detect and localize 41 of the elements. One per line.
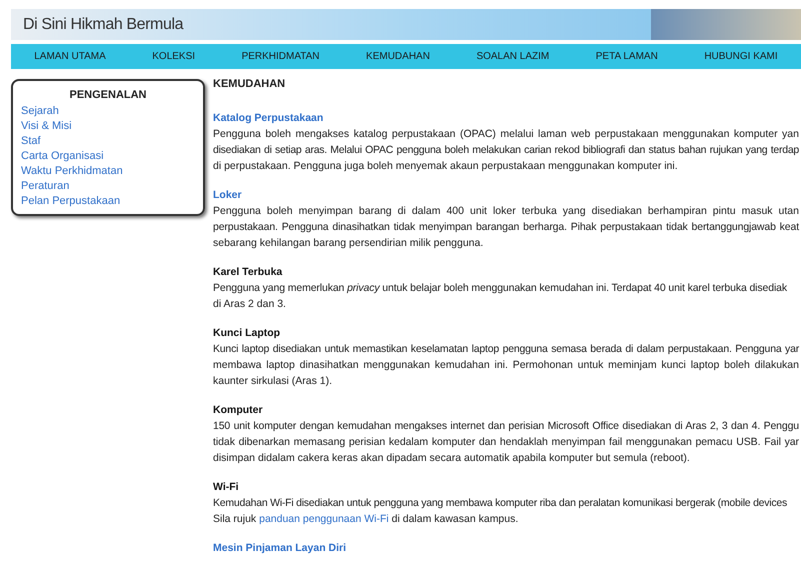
paragraph-line: tidak dibenarkan memasang perisian kedalam komputer dan hendaklah menyimpan fail menggunakan pemacu USB. Fail yar [213,435,799,450]
section-heading: Komputer [213,403,263,418]
sidebar-link[interactable]: Pelan Perpustakaan [21,194,120,208]
nav-link[interactable]: KEMUDAHAN [366,49,430,64]
nav-link[interactable]: SOALAN LAZIM [476,49,550,64]
section-heading: Kunci Laptop [213,326,280,341]
paragraph-line: di perpustakaan. Pengguna juga boleh menyemak akaun perpustakaan menggunakan komputer ini. [213,159,678,174]
section-heading[interactable]: Loker [213,187,242,203]
paragraph-line: kaunter sirkulasi (Aras 1). [213,374,332,389]
nav-link[interactable]: LAMAN UTAMA [34,49,106,64]
paragraph-line: Pengguna boleh mengakses katalog perpustakaan (OPAC) melalui laman web perpustakaan menggunakan komputer yan [213,127,799,142]
paragraph-line: perpustakaan. Pengguna dinasihatkan tidak menyimpan barangan berharga. Pihak perpustakaan tidak bertanggungjawab keat [213,220,799,235]
sidebar-link[interactable]: Visi & Misi [21,118,72,134]
nav-link[interactable]: HUBUNGI KAMI [704,49,778,64]
sidebar-link[interactable]: Staf [21,134,41,148]
nav-link[interactable]: PERKHIDMATAN [242,49,320,64]
paragraph-line: Sila rujuk panduan penggunaan Wi-Fi di dalam kawasan kampus. [213,512,518,527]
paragraph-line: Pengguna yang memerlukan privacy untuk belajar boleh menggunakan kemudahan ini. Terdapat 40 unit karel terbuka disediak [213,281,788,296]
section-heading: Wi-Fi [213,480,239,495]
section-heading[interactable]: Katalog Perpustakaan [213,110,324,126]
sidebar-link[interactable]: Sejarah [21,104,59,118]
paragraph-line: Kunci laptop disediakan untuk memastikan keselamatan laptop pengguna semasa berada di dalam perpustakaan. Pengguna yar [213,342,799,357]
page-title: KEMUDAHAN [213,77,286,92]
paragraph-line: disimpan didalam cakera keras akan dipadam secara automatik apabila komputer but semula (reboot). [213,451,690,466]
nav-link[interactable]: PETA LAMAN [596,49,658,64]
site-tagline: Di Sini Hikmah Bermula [23,14,184,34]
section-heading[interactable]: Mesin Pinjaman Layan Diri [213,540,346,556]
section-heading: Karel Terbuka [213,265,282,280]
paragraph-line: di Aras 2 dan 3. [213,297,286,312]
paragraph-line: Pengguna boleh menyimpan barang di dalam 400 unit loker terbuka yang disediakan berhampiran pintu masuk utan [213,204,799,219]
paragraph-line: sebarang kehilangan barang persendirian milik pengguna. [213,236,484,251]
paragraph-line: membawa laptop dinasihatkan menggunakan kemudahan ini. Permohonan untuk meminjam kunci laptop boleh dilakukan [213,358,799,373]
wifi-guide-link[interactable]: panduan penggunaan Wi-Fi [259,513,389,525]
paragraph-line: disediakan di setiap aras. Melalui OPAC pengguna boleh melakukan carian rekod bibliografi dan status bahan rujukan yang terdap [213,143,799,158]
sidebar-title: PENGENALAN [68,88,148,103]
sidebar-link[interactable]: Peraturan [21,178,70,194]
paragraph-line: Kemudahan Wi-Fi disediakan untuk pengguna yang membawa komputer riba dan peralatan komunikasi bergerak (mobile devices [213,496,787,511]
sidebar-link[interactable]: Carta Organisasi [21,148,104,164]
paragraph-line: 150 unit komputer dengan kemudahan mengakses internet dan perisian Microsoft Office disediakan di Aras 2, 3 dan 4. Penggu [213,419,799,434]
nav-link[interactable]: KOLEKSI [152,49,196,64]
sidebar-link[interactable]: Waktu Perkhidmatan [21,164,123,178]
